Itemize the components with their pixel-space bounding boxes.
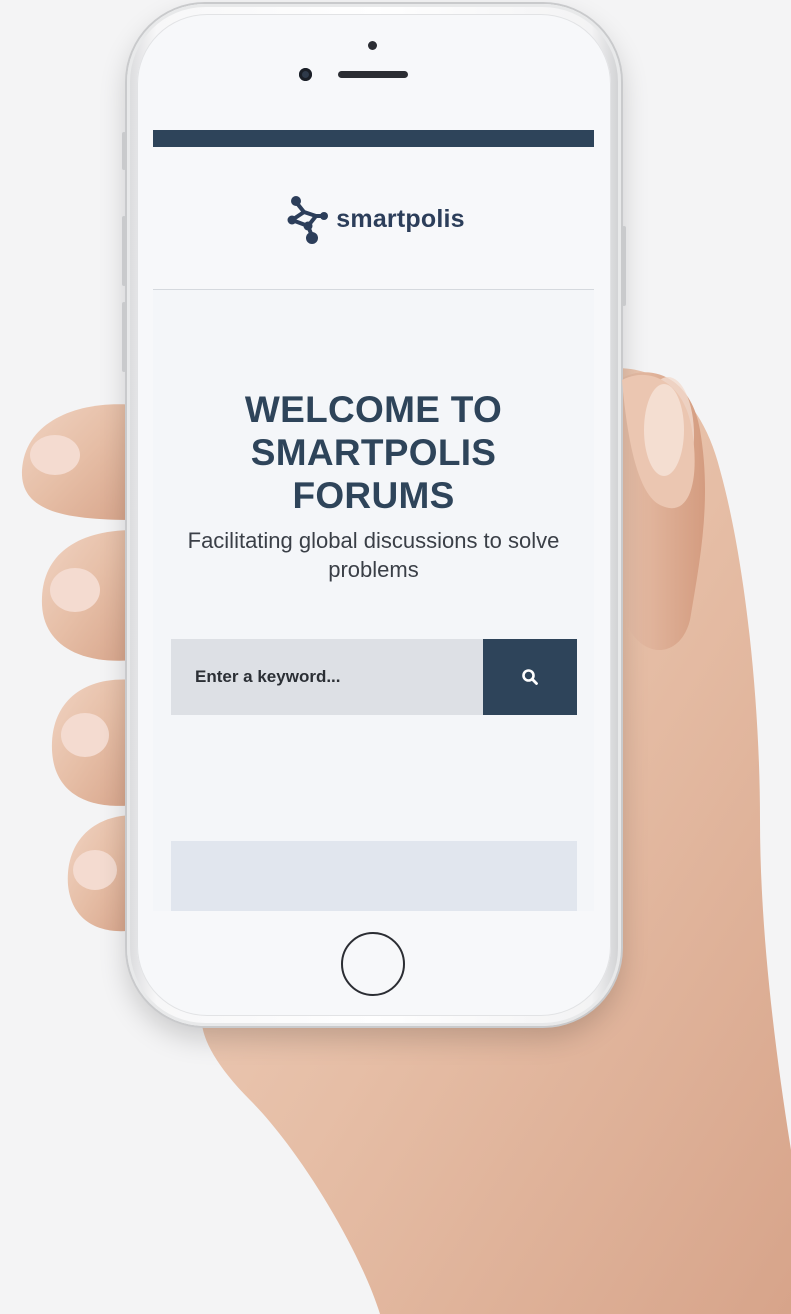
search-icon [522,669,538,685]
volume-up-button [122,216,126,286]
site-logo[interactable]: smartpolis [282,192,465,246]
mute-switch [122,132,126,170]
home-button[interactable] [341,932,405,996]
page-title: WELCOME TO SMARTPOLIS FORUMS [244,389,503,516]
search-button[interactable] [483,639,577,715]
proximity-sensor [368,41,377,50]
content-card [171,841,577,911]
phone-screen: smartpolis WELCOME TO SMARTPOLIS FORUMS … [153,130,594,911]
site-header: smartpolis [153,147,594,290]
smartphone: smartpolis WELCOME TO SMARTPOLIS FORUMS … [122,4,626,1026]
hero-section: WELCOME TO SMARTPOLIS FORUMS Facilitatin… [153,290,594,584]
search-input[interactable] [171,639,483,715]
power-button [622,226,626,306]
search-form [171,639,577,715]
earpiece-speaker [338,71,408,78]
hero-subtitle: Facilitating global discussions to solve… [187,528,560,582]
top-accent-bar [153,130,594,147]
front-camera-icon [299,68,312,81]
device-scene: smartpolis WELCOME TO SMARTPOLIS FORUMS … [0,0,791,1314]
volume-down-button [122,302,126,372]
logo-wordmark: smartpolis [336,204,465,233]
network-nodes-icon [287,196,329,244]
